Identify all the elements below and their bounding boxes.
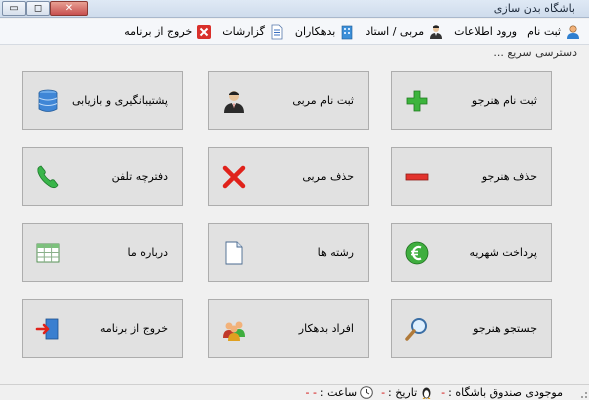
debtors-label: افراد بدهکار [298, 322, 354, 335]
linux-penguin-icon [422, 387, 431, 399]
search-student-button[interactable]: جستجو هنرجو [391, 299, 552, 358]
date-value: - [381, 386, 386, 399]
exit-door-icon [35, 316, 61, 342]
phonebook-button[interactable]: دفترچه تلفن [22, 147, 183, 206]
quick-access-label: دسترسی سریع ... [493, 46, 577, 59]
exit-label: خروج از برنامه [100, 322, 168, 335]
register-student-button[interactable]: ثبت نام هنرجو [391, 71, 552, 130]
clock-icon [360, 386, 373, 399]
backup-restore-label: پشتیبانگیری و بازیابی [72, 94, 168, 107]
minus-icon [404, 164, 430, 190]
euro-icon [404, 240, 430, 266]
group-icon [221, 316, 247, 342]
menu-bar: ثبت نام ورود اطلاعات مربی / استاد بدهکار… [0, 19, 589, 45]
red-x-icon [221, 164, 247, 190]
status-bar: موجودی صندوق باشگاه : - تاریخ : - ساعت :… [0, 384, 589, 400]
about-label: درباره ما [127, 246, 168, 259]
balance-value: - [441, 386, 446, 399]
coach-icon [221, 88, 247, 114]
maximize-button[interactable]: ◻ [26, 1, 50, 16]
document-icon [221, 240, 247, 266]
register-coach-button[interactable]: ثبت نام مربی [208, 71, 369, 130]
menu-item-coach[interactable]: مربی / استاد [365, 24, 444, 40]
menu-item-reports[interactable]: گزارشات [222, 24, 285, 40]
about-button[interactable]: درباره ما [22, 223, 183, 282]
register-student-label: ثبت نام هنرجو [471, 94, 537, 107]
menu-label-exit: خروج از برنامه [124, 25, 193, 38]
menu-item-exit[interactable]: خروج از برنامه [124, 24, 212, 40]
delete-student-button[interactable]: حذف هنرجو [391, 147, 552, 206]
menu-label-register: ثبت نام [527, 25, 561, 38]
time-value: - - [305, 386, 317, 399]
time-segment: ساعت : - - [305, 386, 373, 399]
time-label: ساعت : [319, 386, 358, 399]
coach-icon [430, 24, 443, 39]
building-icon [342, 25, 353, 39]
pay-tuition-button[interactable]: پرداخت شهریه [391, 223, 552, 282]
menu-label-data-entry: ورود اطلاعات [454, 25, 518, 38]
delete-coach-label: حذف مربی [302, 170, 354, 183]
balance-label: موجودی صندوق باشگاه : [448, 386, 563, 399]
phonebook-label: دفترچه تلفن [111, 170, 168, 183]
resize-grip-icon[interactable] [575, 384, 589, 400]
menu-label-reports: گزارشات [222, 25, 265, 38]
magnifier-icon [404, 316, 430, 342]
fields-button[interactable]: رشته ها [208, 223, 369, 282]
table-icon [35, 240, 61, 266]
title-bar: ▭ ◻ ✕ باشگاه بدن سازی [0, 0, 589, 18]
date-segment: تاریخ : - [381, 386, 433, 399]
menu-item-debtors[interactable]: بدهکاران [295, 24, 356, 40]
delete-coach-button[interactable]: حذف مربی [208, 147, 369, 206]
database-icon [35, 88, 61, 114]
report-icon [271, 24, 283, 39]
delete-student-label: حذف هنرجو [481, 170, 537, 183]
fields-label: رشته ها [317, 246, 354, 259]
minimize-button[interactable]: ▭ [2, 1, 26, 16]
menu-item-data-entry[interactable]: ورود اطلاعات [454, 25, 517, 38]
plus-icon [404, 88, 430, 114]
pay-tuition-label: پرداخت شهریه [469, 246, 538, 259]
close-x-icon [197, 24, 212, 39]
menu-item-register[interactable]: ثبت نام [527, 24, 581, 40]
date-label: تاریخ : [388, 386, 418, 399]
close-window-button[interactable]: ✕ [50, 1, 88, 16]
balance-segment: موجودی صندوق باشگاه : - [441, 386, 563, 399]
debtors-button[interactable]: افراد بدهکار [208, 299, 369, 358]
register-coach-label: ثبت نام مربی [292, 94, 354, 107]
window-title: باشگاه بدن سازی [493, 2, 575, 15]
phone-icon [35, 164, 61, 190]
menu-label-debtors: بدهکاران [294, 25, 336, 38]
user-icon [567, 24, 579, 39]
exit-button[interactable]: خروج از برنامه [22, 299, 183, 358]
backup-restore-button[interactable]: پشتیبانگیری و بازیابی [22, 71, 183, 130]
search-student-label: جستجو هنرجو [473, 322, 537, 335]
menu-label-coach: مربی / استاد [365, 25, 425, 38]
